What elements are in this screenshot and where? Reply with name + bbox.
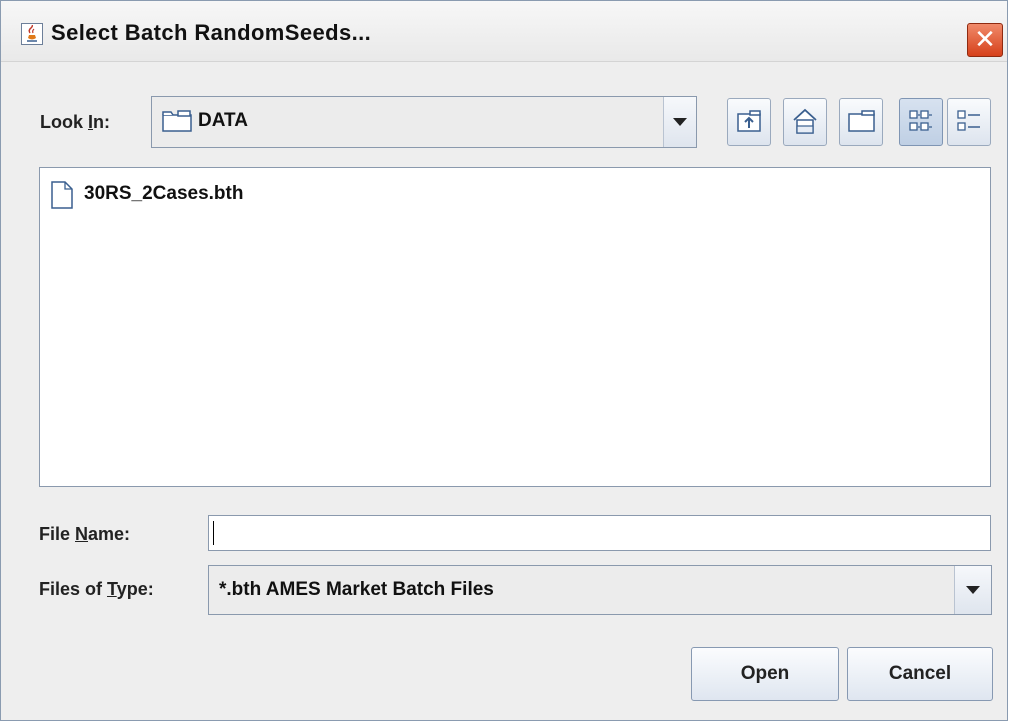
java-cup-icon (21, 23, 43, 45)
file-name-label-text: File (39, 524, 76, 544)
file-chooser-dialog: Select Batch RandomSeeds... ✕ Look In: D… (0, 0, 1008, 721)
cancel-button[interactable]: Cancel (847, 647, 993, 701)
look-in-combo[interactable]: DATA (151, 96, 697, 148)
file-list[interactable]: 30RS_2Cases.bth (39, 167, 991, 487)
files-of-type-label-tail: ype: (116, 579, 154, 599)
details-view-button[interactable] (947, 98, 991, 146)
create-new-folder-button[interactable] (839, 98, 883, 146)
files-of-type-label: Files of Type: (39, 579, 154, 600)
file-name-input[interactable] (208, 515, 991, 551)
text-caret (213, 521, 214, 545)
look-in-label: Look In: (40, 112, 110, 133)
chevron-down-icon[interactable] (954, 566, 991, 614)
open-button[interactable]: Open (691, 647, 839, 701)
look-in-value: DATA (198, 110, 248, 131)
file-name-mnemonic: N (75, 524, 89, 544)
files-of-type-mnemonic: T (107, 579, 117, 599)
files-of-type-label-text: Files of (39, 579, 108, 599)
file-name-label: File Name: (39, 524, 130, 545)
files-of-type-combo[interactable]: *.bth AMES Market Batch Files (208, 565, 992, 615)
title-bar[interactable]: Select Batch RandomSeeds... ✕ (1, 1, 1007, 62)
look-in-label-tail: n: (93, 112, 111, 132)
file-name-label-tail: ame: (88, 524, 131, 544)
chevron-down-icon[interactable] (663, 97, 696, 147)
window-title: Select Batch RandomSeeds... (51, 20, 372, 45)
list-view-button[interactable] (899, 98, 943, 146)
file-name: 30RS_2Cases.bth (84, 183, 244, 204)
look-in-label-text: Look (40, 112, 88, 132)
folder-icon (162, 110, 192, 137)
up-one-level-button[interactable] (727, 98, 771, 146)
close-button[interactable]: ✕ (967, 23, 1003, 57)
home-button[interactable] (783, 98, 827, 146)
files-of-type-value: *.bth AMES Market Batch Files (219, 579, 494, 600)
